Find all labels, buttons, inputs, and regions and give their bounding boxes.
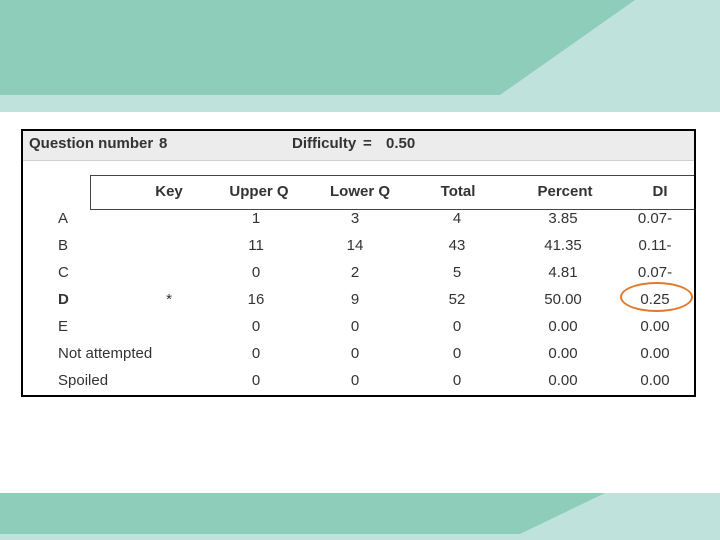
- column-header-rule-top: [90, 175, 694, 176]
- option-label: Spoiled: [58, 372, 109, 389]
- percent-cell: 4.81: [548, 264, 578, 281]
- option-label: C: [58, 264, 69, 281]
- table-row: B 11 14 43 41.35 0.11-: [23, 237, 694, 261]
- table-row: Spoiled 0 0 0 0.00 0.00: [23, 372, 694, 395]
- header-band-shape: [0, 0, 635, 95]
- option-label: B: [58, 237, 69, 254]
- total-cell: 0: [452, 345, 462, 362]
- column-header-total: Total: [440, 183, 476, 200]
- di-cell: 0.00: [640, 318, 670, 335]
- di-cell: 0.11-: [638, 237, 672, 254]
- total-cell: 5: [452, 264, 462, 281]
- di-cell: 0.07-: [637, 210, 673, 227]
- option-label: D: [58, 291, 69, 308]
- lower-q-cell: 0: [350, 318, 360, 335]
- report-header: Question number 8 Difficulty = 0.50: [23, 131, 694, 161]
- table-row-correct-answer: D * 16 9 52 50.00 0.25: [23, 291, 694, 315]
- table-row: C 0 2 5 4.81 0.07-: [23, 264, 694, 288]
- column-header-di: DI: [652, 183, 668, 200]
- lower-q-cell: 14: [346, 237, 364, 254]
- percent-cell: 50.00: [544, 291, 582, 308]
- item-analysis-report: Question number 8 Difficulty = 0.50 Key …: [21, 129, 696, 397]
- table-row: E 0 0 0 0.00 0.00: [23, 318, 694, 342]
- column-header-key: Key: [155, 183, 183, 200]
- question-number-value: 8: [159, 135, 168, 152]
- question-number-label: Question number: [29, 135, 154, 152]
- total-cell: 0: [452, 372, 462, 389]
- difficulty-equals: =: [363, 135, 372, 152]
- upper-q-cell: 16: [247, 291, 265, 308]
- upper-q-cell: 1: [251, 210, 261, 227]
- di-highlight-ring: [620, 282, 693, 312]
- lower-q-cell: 9: [350, 291, 360, 308]
- difficulty-value: 0.50: [386, 135, 416, 152]
- option-label: A: [58, 210, 69, 227]
- percent-cell: 41.35: [544, 237, 582, 254]
- difficulty-label: Difficulty: [292, 135, 357, 152]
- upper-q-cell: 0: [251, 372, 261, 389]
- table-row: A 1 3 4 3.85 0.07-: [23, 210, 694, 234]
- percent-cell: 0.00: [548, 318, 578, 335]
- footer-band-shape: [0, 493, 605, 534]
- column-header-lower-q: Lower Q: [329, 183, 391, 200]
- di-cell: 0.07-: [637, 264, 673, 281]
- header-band: [0, 0, 720, 112]
- upper-q-cell: 11: [248, 237, 264, 254]
- lower-q-cell: 0: [350, 345, 360, 362]
- total-cell: 52: [448, 291, 466, 308]
- lower-q-cell: 0: [350, 372, 360, 389]
- total-cell: 43: [448, 237, 466, 254]
- upper-q-cell: 0: [251, 264, 261, 281]
- total-cell: 4: [452, 210, 462, 227]
- column-header-percent: Percent: [537, 183, 593, 200]
- percent-cell: 0.00: [548, 345, 578, 362]
- percent-cell: 0.00: [548, 372, 578, 389]
- total-cell: 0: [452, 318, 462, 335]
- column-header-rule-left: [90, 175, 91, 209]
- option-label: E: [58, 318, 69, 335]
- lower-q-cell: 2: [350, 264, 360, 281]
- table-row: Not attempted 0 0 0 0.00 0.00: [23, 345, 694, 369]
- percent-cell: 3.85: [548, 210, 578, 227]
- key-cell: *: [166, 291, 172, 308]
- upper-q-cell: 0: [251, 345, 261, 362]
- footer-band: [0, 493, 720, 540]
- column-header-upper-q: Upper Q: [229, 183, 289, 200]
- lower-q-cell: 3: [350, 210, 360, 227]
- di-cell: 0.00: [640, 345, 670, 362]
- di-cell: 0.00: [640, 372, 670, 389]
- upper-q-cell: 0: [251, 318, 261, 335]
- option-label: Not attempted: [58, 345, 153, 362]
